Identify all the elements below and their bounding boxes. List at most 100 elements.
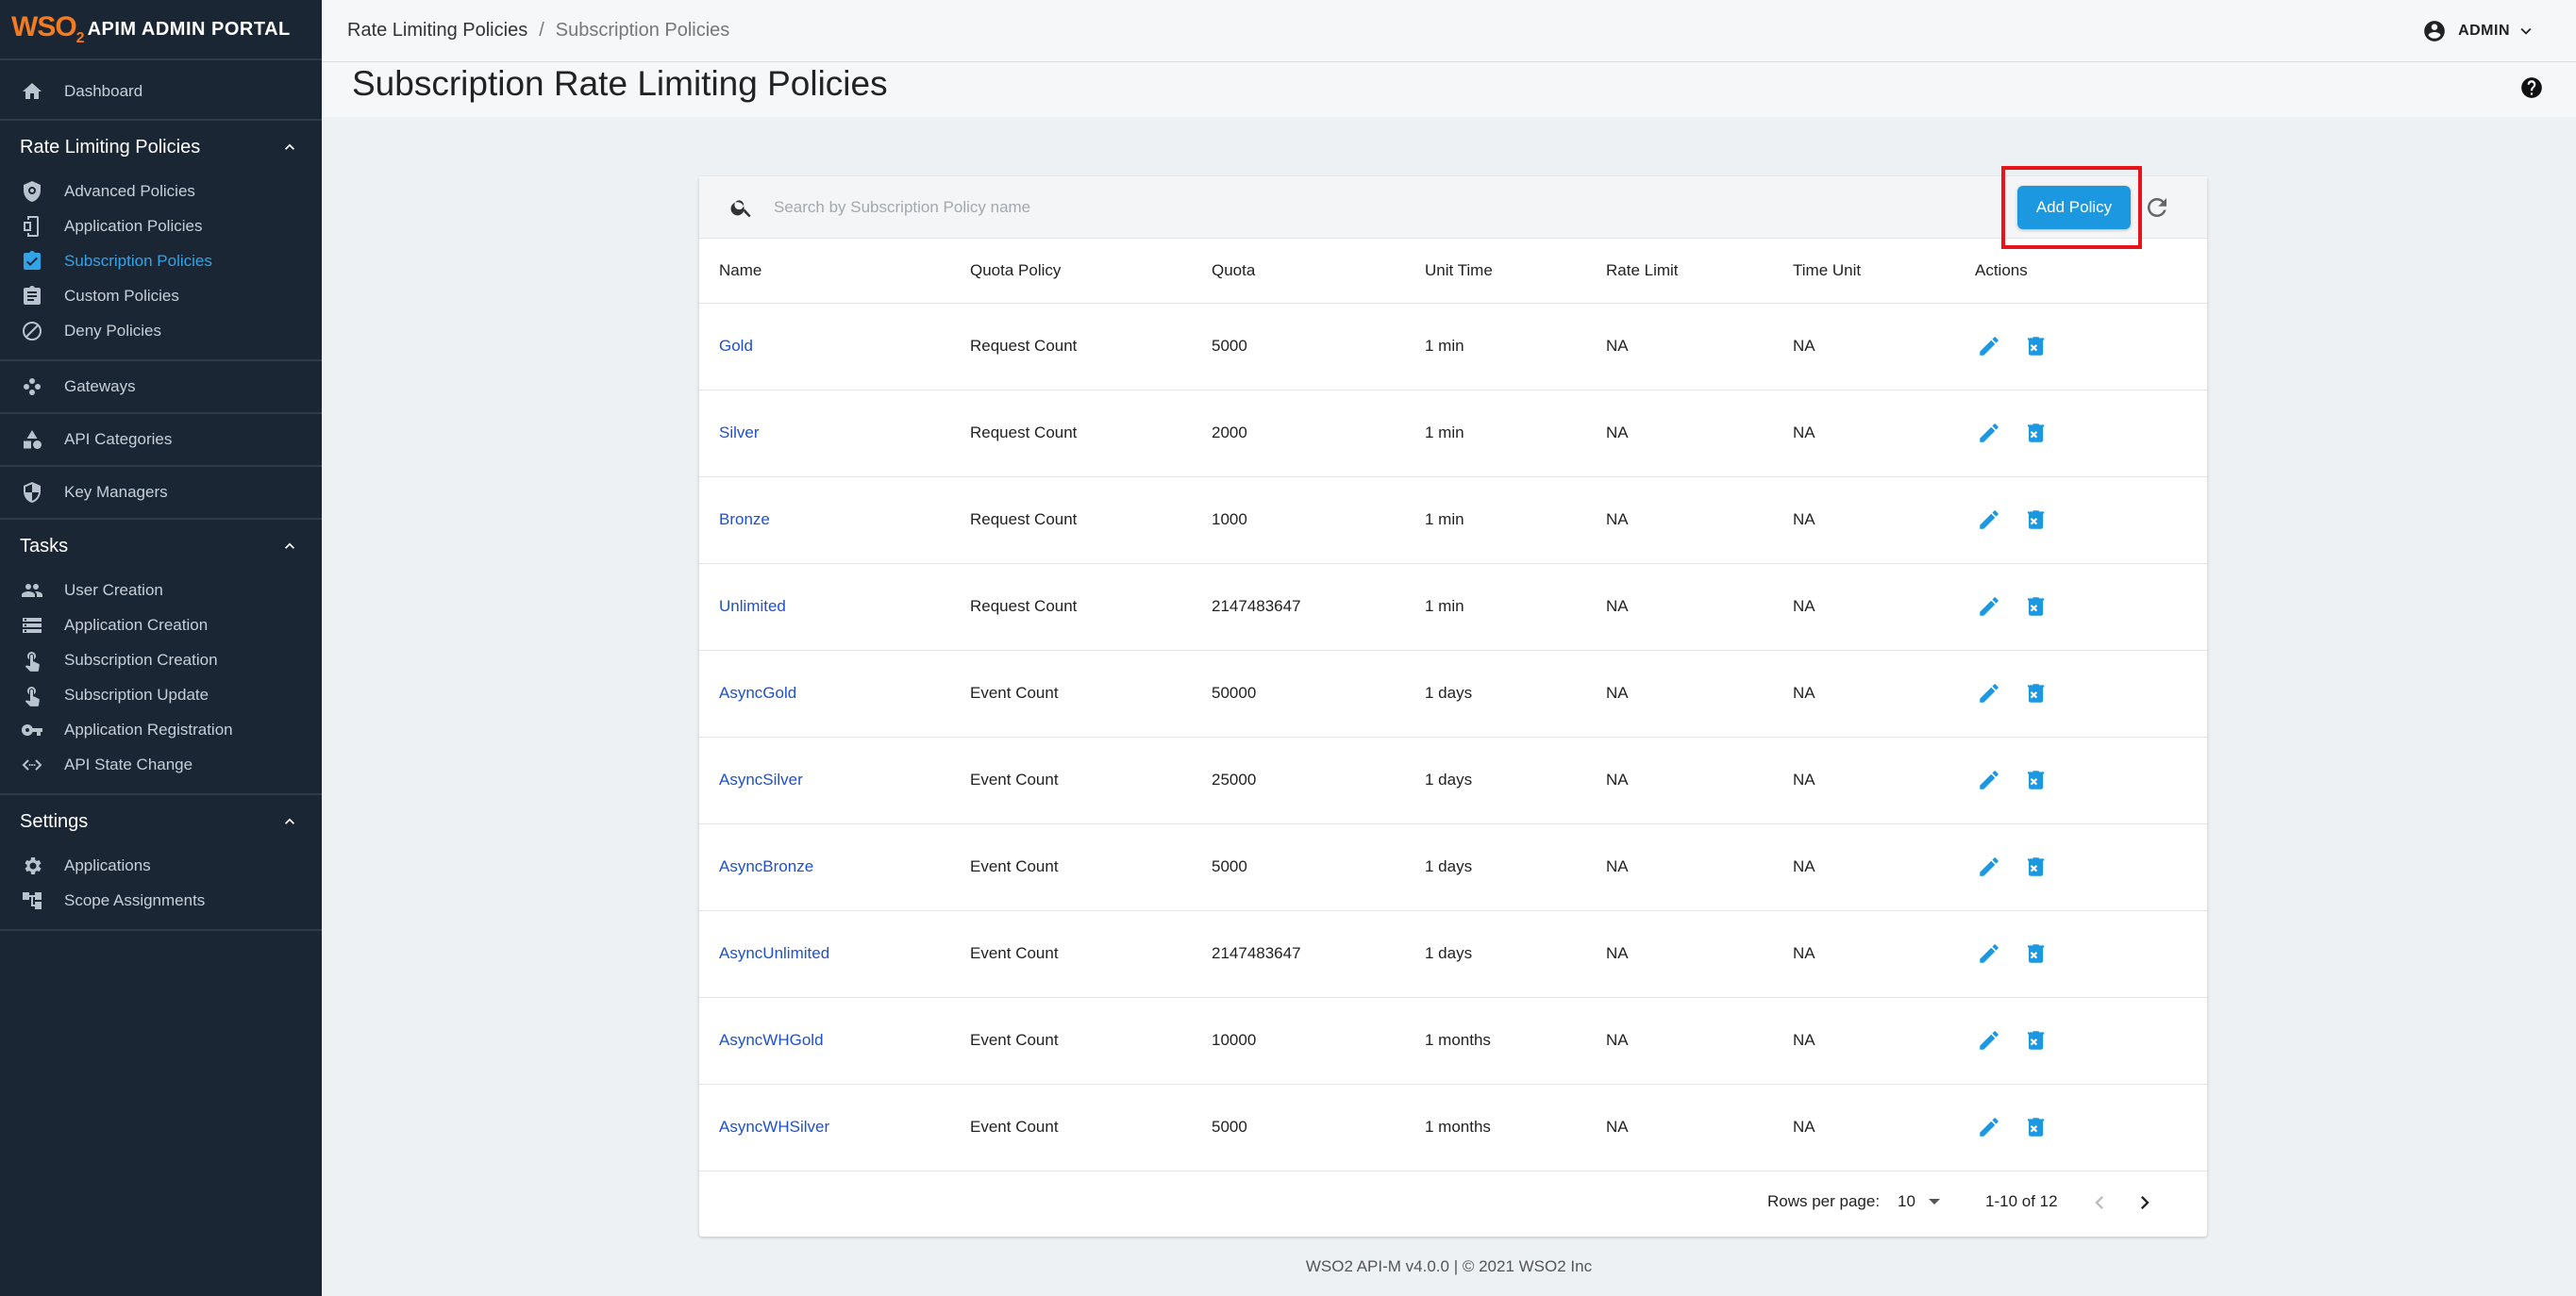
sidebar-item-label: Subscription Update — [64, 686, 209, 705]
edit-icon[interactable] — [1975, 332, 2003, 360]
policy-name-link[interactable]: Silver — [719, 424, 760, 441]
delete-icon[interactable] — [2020, 1026, 2049, 1055]
delete-icon[interactable] — [2020, 1113, 2049, 1141]
cell-rate-limit: NA — [1606, 823, 1793, 910]
table-header-row: Name Quota Policy Quota Unit Time Rate L… — [699, 239, 2207, 303]
cell-time-unit: NA — [1793, 997, 1975, 1084]
sidebar-item-advanced-policies[interactable]: Advanced Policies — [0, 174, 322, 208]
tasks-section-header[interactable]: Tasks — [0, 520, 322, 573]
cell-name: AsyncGold — [699, 650, 970, 737]
brand[interactable]: WSO2 APIM ADMIN PORTAL — [0, 0, 322, 60]
column-header-quota-policy[interactable]: Quota Policy — [970, 239, 1212, 303]
edit-icon[interactable] — [1975, 506, 2003, 534]
sidebar-item-applications[interactable]: Applications — [0, 848, 322, 883]
column-header-unit-time[interactable]: Unit Time — [1425, 239, 1606, 303]
policy-name-link[interactable]: Unlimited — [719, 597, 786, 615]
cell-unit-time: 1 months — [1425, 1084, 1606, 1171]
delete-icon[interactable] — [2020, 679, 2049, 707]
sidebar-item-application-creation[interactable]: Application Creation — [0, 607, 322, 642]
edit-icon[interactable] — [1975, 853, 2003, 881]
sidebar-item-subscription-update[interactable]: Subscription Update — [0, 677, 322, 712]
cell-quota-policy: Event Count — [970, 997, 1212, 1084]
wso2-logo: WSO2 — [11, 11, 84, 47]
add-policy-button[interactable]: Add Policy — [2017, 186, 2131, 229]
column-header-rate-limit[interactable]: Rate Limit — [1606, 239, 1793, 303]
cell-rate-limit: NA — [1606, 1084, 1793, 1171]
delete-icon[interactable] — [2020, 592, 2049, 621]
cell-name: AsyncWHGold — [699, 997, 970, 1084]
policy-name-link[interactable]: AsyncBronze — [719, 857, 813, 875]
delete-icon[interactable] — [2020, 853, 2049, 881]
cell-quota: 5000 — [1212, 1084, 1425, 1171]
chevron-right-icon[interactable] — [2132, 1189, 2158, 1216]
policy-name-link[interactable]: Bronze — [719, 510, 770, 528]
search-bar: Add Policy — [699, 176, 2207, 239]
cell-time-unit: NA — [1793, 910, 1975, 997]
deny-policy-icon — [21, 320, 43, 342]
cell-actions — [1975, 650, 2207, 737]
help-icon[interactable] — [2519, 75, 2544, 100]
column-header-time-unit[interactable]: Time Unit — [1793, 239, 1975, 303]
sidebar-item-dashboard[interactable]: Dashboard — [0, 74, 322, 108]
policy-name-link[interactable]: AsyncWHSilver — [719, 1118, 829, 1136]
sidebar-item-application-policies[interactable]: Application Policies — [0, 208, 322, 243]
search-input[interactable] — [774, 191, 1623, 224]
sidebar-item-label: Application Registration — [64, 721, 233, 739]
refresh-icon[interactable] — [2143, 193, 2171, 222]
sidebar-item-gateways[interactable]: Gateways — [0, 361, 322, 414]
policy-name-link[interactable]: AsyncUnlimited — [719, 944, 829, 962]
policy-name-link[interactable]: AsyncWHGold — [719, 1031, 824, 1049]
edit-icon[interactable] — [1975, 1113, 2003, 1141]
delete-icon[interactable] — [2020, 939, 2049, 968]
cell-quota: 2147483647 — [1212, 563, 1425, 650]
rate-limiting-section-header[interactable]: Rate Limiting Policies — [0, 121, 322, 174]
cell-unit-time: 1 min — [1425, 303, 1606, 390]
rows-per-page-select[interactable]: 10 — [1898, 1192, 1940, 1211]
sidebar-item-api-categories[interactable]: API Categories — [0, 414, 322, 467]
cell-quota: 50000 — [1212, 650, 1425, 737]
cell-name: Gold — [699, 303, 970, 390]
sidebar-item-subscription-creation[interactable]: Subscription Creation — [0, 642, 322, 677]
policy-name-link[interactable]: AsyncGold — [719, 684, 796, 702]
sidebar-item-application-registration[interactable]: Application Registration — [0, 712, 322, 747]
settings-section: Settings Applications Scope Assignments — [0, 795, 322, 931]
delete-icon[interactable] — [2020, 766, 2049, 794]
cell-rate-limit: NA — [1606, 650, 1793, 737]
chevron-left-icon[interactable] — [2086, 1189, 2113, 1216]
edit-icon[interactable] — [1975, 679, 2003, 707]
delete-icon[interactable] — [2020, 506, 2049, 534]
cell-quota: 5000 — [1212, 303, 1425, 390]
edit-icon[interactable] — [1975, 592, 2003, 621]
edit-icon[interactable] — [1975, 939, 2003, 968]
column-header-name[interactable]: Name — [699, 239, 970, 303]
edit-icon[interactable] — [1975, 1026, 2003, 1055]
cell-rate-limit: NA — [1606, 563, 1793, 650]
policy-name-link[interactable]: AsyncSilver — [719, 771, 803, 789]
sidebar-item-user-creation[interactable]: User Creation — [0, 573, 322, 607]
sidebar-item-custom-policies[interactable]: Custom Policies — [0, 278, 322, 313]
user-menu[interactable]: ADMIN — [2422, 19, 2536, 43]
table-row: AsyncWHSilverEvent Count50001 monthsNANA — [699, 1084, 2207, 1171]
sidebar-item-scope-assignments[interactable]: Scope Assignments — [0, 883, 322, 918]
delete-icon[interactable] — [2020, 419, 2049, 447]
edit-icon[interactable] — [1975, 419, 2003, 447]
edit-icon[interactable] — [1975, 766, 2003, 794]
cell-rate-limit: NA — [1606, 303, 1793, 390]
policy-name-link[interactable]: Gold — [719, 337, 753, 355]
breadcrumb-parent[interactable]: Rate Limiting Policies — [347, 20, 527, 41]
cell-name: Silver — [699, 390, 970, 476]
cell-time-unit: NA — [1793, 476, 1975, 563]
sidebar-item-label: Application Policies — [64, 217, 202, 236]
sidebar-item-label: Application Creation — [64, 616, 208, 635]
table-row: BronzeRequest Count10001 minNANA — [699, 476, 2207, 563]
sidebar-item-key-managers[interactable]: Key Managers — [0, 467, 322, 520]
delete-icon[interactable] — [2020, 332, 2049, 360]
sidebar-item-deny-policies[interactable]: Deny Policies — [0, 313, 322, 348]
chevron-down-icon — [2516, 21, 2536, 42]
sidebar-item-subscription-policies[interactable]: Subscription Policies — [0, 243, 322, 278]
cell-actions — [1975, 563, 2207, 650]
settings-section-header[interactable]: Settings — [0, 795, 322, 848]
cell-rate-limit: NA — [1606, 390, 1793, 476]
column-header-quota[interactable]: Quota — [1212, 239, 1425, 303]
sidebar-item-api-state-change[interactable]: API State Change — [0, 747, 322, 782]
